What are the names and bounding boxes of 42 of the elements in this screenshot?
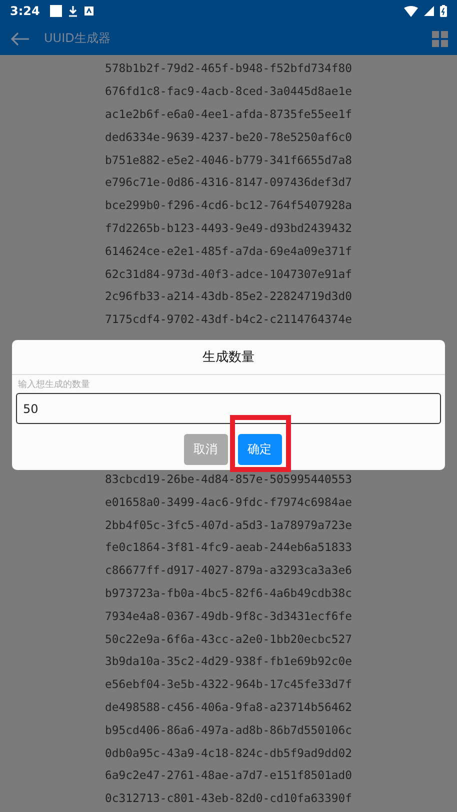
app-title: UUID生成器 (44, 30, 110, 47)
uuid-text: 676fd1c8-fac9-4acb-8ced-3a0445d8ae1e (105, 84, 352, 98)
quantity-field[interactable]: 50 (16, 393, 441, 424)
notification-icon (50, 5, 62, 17)
download-icon (68, 5, 78, 17)
uuid-text: e01658a0-3499-4ac6-9fdc-f7974c6984ae (105, 494, 352, 509)
uuid-text: e56ebf04-3e5b-4322-964b-17c45fe33d7f (105, 677, 352, 692)
uuid-text: 7175cdf4-9702-43df-b4c2-c2114764374e (105, 312, 352, 326)
uuid-text: e796c71e-0d86-4316-8147-097436def3d7 (105, 175, 352, 190)
uuid-text: 50c22e9a-6f6a-43cc-a2e0-1bb20ecbc527 (105, 632, 352, 646)
grid-icon[interactable] (432, 30, 448, 46)
uuid-text: fe0c1864-3f81-4fc9-aeab-244eb6a51833 (105, 540, 352, 554)
uuid-text: 6a9c2e47-2761-48ae-a7d7-e151f8501ad0 (105, 768, 352, 782)
uuid-text: 614624ce-e2e1-485f-a7da-69e4a09e371f (105, 244, 352, 258)
app-notification-icon (84, 6, 94, 16)
uuid-text: b751e882-e5e2-4046-b779-341f6655d7a8 (105, 152, 352, 167)
dialog-title: 生成数量 (12, 340, 445, 375)
uuid-text: 2bb4f05c-3fc5-407d-a5d3-1a78979a723e (105, 518, 352, 532)
cancel-button[interactable]: 取消 (184, 434, 228, 465)
uuid-text: de498588-c456-406a-9fa8-a23714b56462 (105, 700, 352, 714)
uuid-text: 2c96fb33-a214-43db-85e2-22824719d3d0 (105, 289, 352, 304)
uuid-text: 0c312713-c801-43eb-82d0-cd10fa63390f (105, 791, 352, 806)
uuid-text: 578b1b2f-79d2-465f-b948-f52bfd734f80 (105, 61, 352, 76)
uuid-text: 0db0a95c-43a9-4c18-824c-db5f9ad9dd02 (105, 746, 352, 760)
uuid-text: f7d2265b-b123-4493-9e49-d93bd2439432 (105, 220, 352, 235)
confirm-button[interactable]: 确定 (238, 434, 282, 465)
uuid-text: b973723a-fb0a-4bc5-82f6-4a6b49cdb38c (105, 586, 352, 600)
uuid-text: 7934e4a8-0367-49db-9f8c-3d3431ecf6fe (105, 608, 352, 623)
signal-icon (424, 6, 434, 16)
uuid-text: 83cbcd19-26be-4d84-857e-505995440553 (105, 472, 352, 486)
battery-icon (440, 5, 447, 17)
uuid-text: 62c31d84-973d-40f3-adce-1047307e91af (105, 266, 352, 281)
uuid-text: b95cd406-86a6-497a-ad8b-86b7d550106c (105, 722, 352, 737)
uuid-text: ac1e2b6f-e6a0-4ee1-afda-8735fe55ee1f (105, 106, 352, 121)
uuid-text: 3b9da10a-35c2-4d29-938f-fb1e69b92c0e (105, 654, 352, 668)
uuid-text: bce299b0-f296-4cd6-bc12-764f5407928a (105, 198, 352, 212)
clock: 3:24 (10, 4, 40, 18)
uuid-text: c86677ff-d917-4027-879a-a3293ca3a3e6 (105, 563, 352, 578)
wifi-icon (404, 6, 418, 16)
back-arrow-icon[interactable] (10, 30, 30, 46)
uuid-text: ded6334e-9639-4237-be20-78e5250af6c0 (105, 130, 352, 144)
field-label: 输入想生成的数量 (17, 378, 91, 391)
